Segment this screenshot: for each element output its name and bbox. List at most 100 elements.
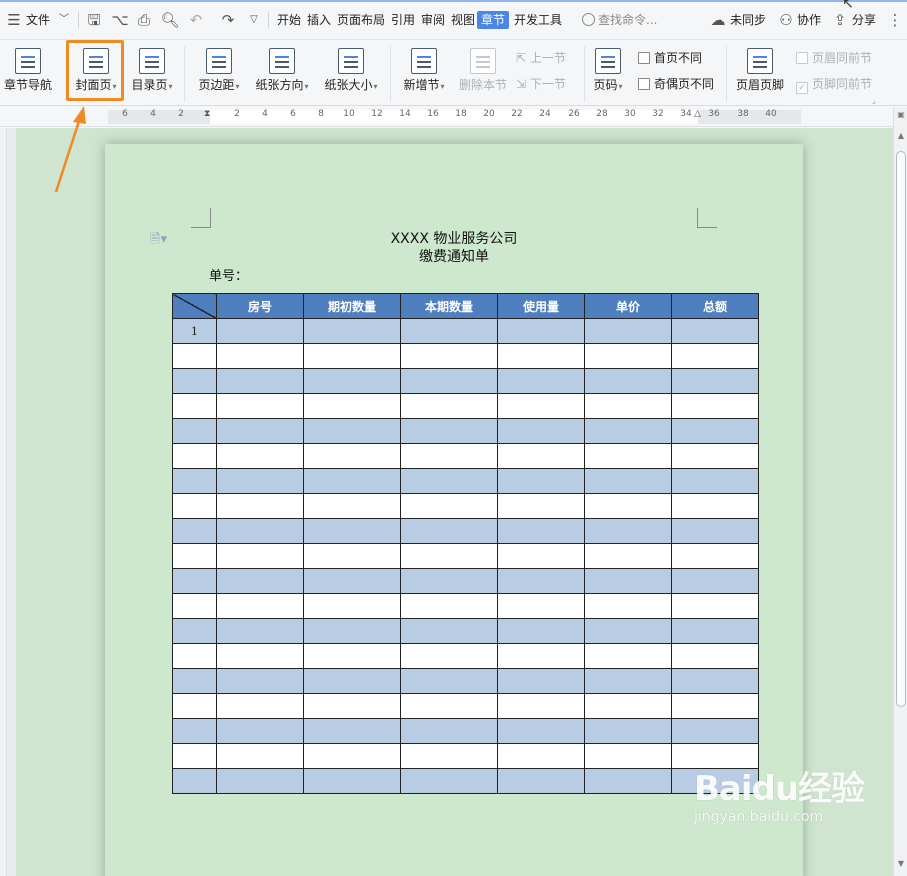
- collaborate-icon[interactable]: ⚇: [776, 10, 796, 30]
- header-footer-button[interactable]: 页眉页脚: [732, 48, 788, 102]
- table-cell[interactable]: [671, 718, 759, 744]
- row-number-cell[interactable]: [172, 518, 217, 544]
- undo-icon[interactable]: ↶: [186, 10, 206, 30]
- table-cell[interactable]: [671, 693, 759, 719]
- table-cell[interactable]: [216, 418, 304, 444]
- table-cell[interactable]: [400, 618, 498, 644]
- table-cell[interactable]: [303, 443, 401, 469]
- table-cell[interactable]: [216, 593, 304, 619]
- table-cell[interactable]: [400, 643, 498, 669]
- quick-access-dropdown-icon[interactable]: ▽: [244, 10, 264, 30]
- table-cell[interactable]: [671, 643, 759, 669]
- more-options-icon[interactable]: ⋮: [886, 10, 904, 30]
- table-cell[interactable]: [671, 368, 759, 394]
- tab-references[interactable]: 引用: [391, 11, 415, 29]
- row-number-cell[interactable]: [172, 718, 217, 744]
- table-cell[interactable]: [497, 718, 585, 744]
- print-preview-icon[interactable]: 🔍︎: [160, 10, 180, 30]
- table-cell[interactable]: [671, 443, 759, 469]
- table-cell[interactable]: [303, 368, 401, 394]
- table-cell[interactable]: [216, 693, 304, 719]
- table-cell[interactable]: [497, 368, 585, 394]
- horizontal-ruler[interactable]: 6 4 2 2 4 6 8 10 12 14 16 18 20 22 24 26…: [0, 107, 907, 127]
- table-cell[interactable]: [584, 693, 672, 719]
- table-cell[interactable]: [303, 593, 401, 619]
- table-cell[interactable]: [671, 493, 759, 519]
- table-cell[interactable]: [584, 743, 672, 769]
- table-cell[interactable]: [400, 418, 498, 444]
- table-cell[interactable]: [216, 393, 304, 419]
- table-cell[interactable]: [400, 568, 498, 594]
- table-cell[interactable]: [216, 643, 304, 669]
- table-cell[interactable]: [216, 518, 304, 544]
- table-cell[interactable]: [216, 568, 304, 594]
- table-cell[interactable]: [497, 468, 585, 494]
- table-cell[interactable]: [584, 318, 672, 344]
- table-cell[interactable]: [497, 668, 585, 694]
- table-cell[interactable]: [303, 693, 401, 719]
- tab-home[interactable]: 开始: [277, 11, 301, 29]
- table-cell[interactable]: [497, 693, 585, 719]
- table-cell[interactable]: [400, 493, 498, 519]
- margin-button[interactable]: 页边距▾: [194, 48, 244, 102]
- row-number-cell[interactable]: [172, 568, 217, 594]
- tab-developer[interactable]: 开发工具: [514, 11, 562, 29]
- table-cell[interactable]: [400, 343, 498, 369]
- table-cell[interactable]: [497, 418, 585, 444]
- table-cell[interactable]: [584, 718, 672, 744]
- table-cell[interactable]: [584, 593, 672, 619]
- table-cell[interactable]: [497, 543, 585, 569]
- table-cell[interactable]: [400, 368, 498, 394]
- table-cell[interactable]: [400, 443, 498, 469]
- tab-view[interactable]: 视图: [451, 11, 475, 29]
- chapter-nav-button[interactable]: 章节导航: [2, 48, 54, 102]
- table-cell[interactable]: [671, 743, 759, 769]
- table-cell[interactable]: [584, 768, 672, 794]
- row-number-cell[interactable]: [172, 443, 217, 469]
- page-number-button[interactable]: 页码▾: [590, 48, 626, 102]
- print-icon[interactable]: ⎙: [134, 10, 154, 30]
- table-cell[interactable]: [303, 343, 401, 369]
- table-cell[interactable]: [216, 618, 304, 644]
- orientation-button[interactable]: 纸张方向▾: [252, 48, 312, 102]
- table-cell[interactable]: [497, 493, 585, 519]
- table-cell[interactable]: [497, 618, 585, 644]
- table-cell[interactable]: [400, 468, 498, 494]
- table-cell[interactable]: [584, 393, 672, 419]
- table-cell[interactable]: [400, 718, 498, 744]
- table-cell[interactable]: [584, 668, 672, 694]
- tab-insert[interactable]: 插入: [307, 11, 331, 29]
- hamburger-menu-icon[interactable]: ☰: [4, 10, 24, 30]
- chevron-down-icon[interactable]: ﹀: [54, 10, 74, 30]
- table-cell[interactable]: [671, 318, 759, 344]
- table-cell[interactable]: [400, 768, 498, 794]
- table-cell[interactable]: [303, 543, 401, 569]
- table-cell[interactable]: [584, 443, 672, 469]
- row-number-cell[interactable]: [172, 543, 217, 569]
- command-search[interactable]: 查找命令...: [582, 9, 694, 31]
- table-cell[interactable]: [400, 668, 498, 694]
- table-cell[interactable]: [671, 343, 759, 369]
- table-cell[interactable]: [400, 593, 498, 619]
- table-cell[interactable]: [303, 718, 401, 744]
- row-number-cell[interactable]: [172, 418, 217, 444]
- table-cell[interactable]: [584, 618, 672, 644]
- table-cell[interactable]: [303, 418, 401, 444]
- footer-same-as-previous-checkbox[interactable]: ✓ 页脚同前节: [796, 75, 872, 94]
- odd-even-different-checkbox[interactable]: 奇偶页不同: [638, 75, 714, 93]
- redo-icon[interactable]: ↷: [218, 10, 238, 30]
- table-cell[interactable]: [584, 543, 672, 569]
- row-number-cell[interactable]: [172, 618, 217, 644]
- table-cell[interactable]: [584, 518, 672, 544]
- scrollbar-thumb[interactable]: [896, 151, 906, 707]
- right-indent-marker-icon[interactable]: △: [694, 109, 701, 119]
- table-cell[interactable]: [497, 518, 585, 544]
- table-cell[interactable]: [671, 593, 759, 619]
- collaborate-button[interactable]: 协作: [797, 11, 821, 29]
- table-cell[interactable]: [216, 743, 304, 769]
- row-number-cell[interactable]: [172, 368, 217, 394]
- table-cell[interactable]: [303, 618, 401, 644]
- row-number-cell[interactable]: [172, 668, 217, 694]
- table-cell[interactable]: [303, 468, 401, 494]
- delete-section-button[interactable]: 删除本节: [456, 48, 510, 102]
